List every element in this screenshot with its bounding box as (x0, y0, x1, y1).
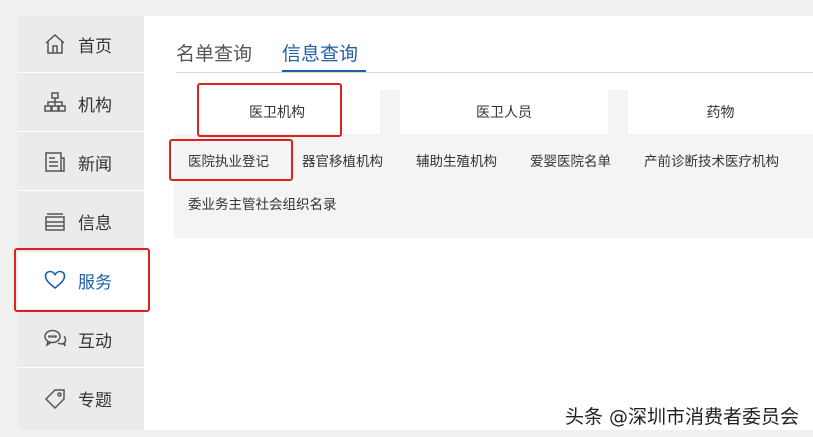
sidebar-item-institutions[interactable]: 机构 (18, 75, 144, 132)
link-baby-friendly-hospitals[interactable]: 爱婴医院名单 (530, 150, 611, 170)
sidebar-item-label: 首页 (78, 36, 112, 57)
page-frame: 首页 机构 新闻 信息 服务 互动 专题 名单查询 信息查询 医卫机构 医卫人员… (14, 16, 813, 430)
sidebar-item-label: 专题 (78, 391, 112, 411)
sidebar: 首页 机构 新闻 信息 服务 互动 专题 (18, 16, 144, 430)
sidebar-item-home[interactable]: 首页 (18, 16, 144, 73)
tag-icon (42, 386, 68, 412)
heart-icon (42, 267, 68, 293)
sidebar-item-interaction[interactable]: 互动 (18, 311, 144, 368)
tab-list-query[interactable]: 名单查询 (176, 40, 260, 72)
chat-bubbles-icon (42, 326, 68, 352)
info-stack-icon (42, 208, 68, 234)
sidebar-item-label: 新闻 (78, 154, 112, 175)
info-query-panel: 医卫机构 医卫人员 药物 医院执业登记 器官移植机构 辅助生殖机构 爱婴医院名单… (174, 90, 813, 238)
sidebar-item-news[interactable]: 新闻 (18, 134, 144, 191)
watermark: 头条 @深圳市消费者委员会 (564, 406, 799, 428)
sidebar-item-topics[interactable]: 专题 (18, 370, 144, 427)
link-prenatal-diagnosis-institutions[interactable]: 产前诊断技术医疗机构 (644, 150, 779, 170)
sidebar-item-services[interactable]: 服务 (18, 252, 144, 309)
category-medical-personnel[interactable]: 医卫人员 (400, 90, 608, 134)
sidebar-item-label: 机构 (78, 95, 112, 116)
category-drugs[interactable]: 药物 (628, 90, 813, 134)
news-icon (42, 149, 68, 175)
sidebar-item-label: 互动 (78, 331, 112, 352)
sidebar-item-label: 服务 (78, 272, 112, 293)
link-hospital-registration[interactable]: 医院执业登记 (188, 150, 269, 170)
query-tabs: 名单查询 信息查询 (176, 40, 813, 73)
category-medical-institutions[interactable]: 医卫机构 (174, 90, 380, 134)
link-organ-transplant-institutions[interactable]: 器官移植机构 (302, 150, 383, 170)
link-social-organizations-directory[interactable]: 委业务主管社会组织名录 (188, 193, 337, 213)
link-assisted-reproduction-institutions[interactable]: 辅助生殖机构 (416, 150, 497, 170)
org-chart-icon (42, 90, 68, 116)
tab-info-query[interactable]: 信息查询 (282, 40, 366, 72)
home-icon (42, 31, 68, 57)
sidebar-item-label: 信息 (78, 213, 112, 234)
sidebar-item-information[interactable]: 信息 (18, 193, 144, 250)
